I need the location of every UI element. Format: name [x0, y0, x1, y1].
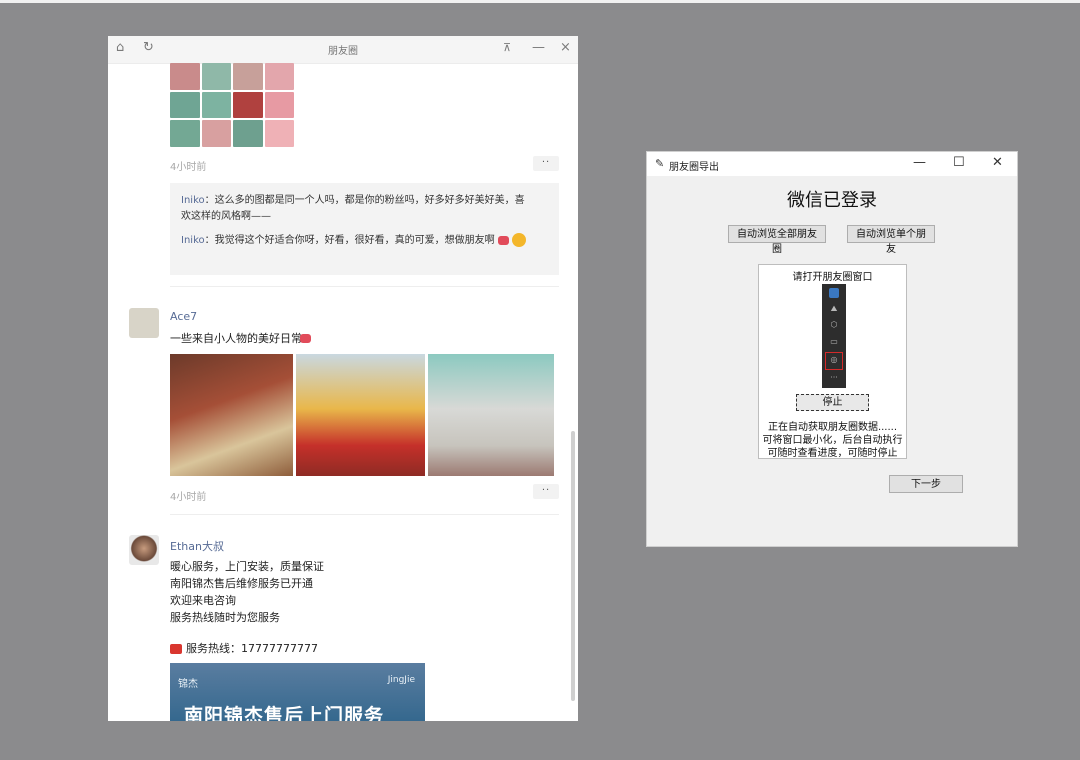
more-icon: ··· — [830, 373, 838, 382]
post1-comments: Iniko：这么多的图都是同一个人吗，都是你的粉丝吗，好多好多好美好美，喜欢这样… — [170, 183, 559, 275]
moments-scrollbar[interactable] — [571, 431, 575, 701]
next-step-button[interactable]: 下一步 — [889, 475, 963, 493]
status-line-3: 可随时查看进度，可随时停止 — [767, 448, 898, 459]
close-icon[interactable]: × — [560, 40, 571, 55]
guide-panel: 请打开朋友圈窗口 ⛰ ⬡ ▭ ◎ ··· 停止 正在自动获取朋友圈数据.....… — [758, 264, 907, 459]
post3-line-3: 欢迎来电咨询 — [170, 594, 236, 607]
post2-time: 4小时前 — [170, 492, 207, 503]
heart-emoji-icon — [497, 235, 509, 245]
flag-emoji-icon — [170, 644, 182, 654]
post2-photo-2[interactable] — [296, 354, 425, 476]
moments-titlebar: ⌂ ↻ 朋友圈 ⊼ — × — [108, 36, 578, 64]
heart-emoji-icon — [300, 334, 311, 343]
contacts-icon: ⛰ — [830, 304, 838, 313]
stop-button[interactable]: 停止 — [796, 394, 869, 411]
post-divider — [170, 286, 559, 287]
post2-photo-1[interactable] — [170, 354, 293, 476]
comment-2-text: ：我觉得这个好适合你呀，好看，很好看，真的可爱，想做朋友啊 — [204, 235, 495, 246]
post3-link-card[interactable]: 锦杰 JingJie 南阳锦杰售后上门服务 — [170, 663, 425, 721]
comment-2-author[interactable]: Iniko — [181, 235, 205, 246]
chat-icon — [829, 288, 839, 298]
comment-1-author[interactable]: Iniko — [181, 195, 205, 206]
favorites-icon: ⬡ — [830, 320, 838, 329]
minimize-icon[interactable]: — — [913, 155, 926, 170]
post3-line-2: 南阳锦杰售后维修服务已开通 — [170, 577, 313, 590]
login-status-heading: 微信已登录 — [787, 190, 877, 211]
folder-icon: ▭ — [830, 337, 838, 346]
link-card-logo-text: 锦杰 — [178, 679, 198, 690]
dialog-titlebar: ✎ 朋友圈导出 — ☐ ✕ — [647, 152, 1017, 176]
browse-all-moments-button[interactable]: 自动浏览全部朋友圈 — [728, 225, 826, 255]
comment-1-text: ：这么多的图都是同一个人吗，都是你的粉丝吗，好多好多好美好美，喜欢这样的风格啊—… — [181, 195, 525, 222]
post2-photo-3[interactable] — [428, 354, 554, 476]
browse-single-friend-button[interactable]: 自动浏览单个朋友 — [847, 225, 935, 255]
maximize-icon[interactable]: ☐ — [953, 155, 965, 170]
post2-text: 一些来自小人物的美好日常 — [170, 332, 302, 345]
smile-emoji-icon — [512, 233, 526, 247]
post3-line-1: 暖心服务，上门安装，质量保证 — [170, 560, 324, 573]
post1-photo-grid[interactable] — [170, 63, 294, 147]
post-divider — [170, 514, 559, 515]
moments-window: ⌂ ↻ 朋友圈 ⊼ — × 4小时前 ·· Iniko：这么多的图都是同一个人吗… — [108, 36, 578, 721]
post3-nickname[interactable]: Ethan大叔 — [170, 538, 224, 554]
close-icon[interactable]: ✕ — [992, 155, 1003, 170]
dialog-title: 朋友圈导出 — [669, 162, 719, 173]
export-dialog: ✎ 朋友圈导出 — ☐ ✕ 微信已登录 自动浏览全部朋友圈 自动浏览单个朋友 请… — [646, 151, 1018, 547]
post2-nickname[interactable]: Ace7 — [170, 310, 197, 323]
wechat-sidebar-illustration: ⛰ ⬡ ▭ ◎ ··· — [822, 284, 846, 388]
comment-1: Iniko：这么多的图都是同一个人吗，都是你的粉丝吗，好多好多好美好美，喜欢这样… — [181, 193, 526, 225]
minimize-icon[interactable]: — — [532, 40, 545, 55]
link-card-title: 南阳锦杰售后上门服务 — [184, 705, 385, 721]
post3-avatar[interactable] — [129, 535, 159, 565]
post1-more-button[interactable]: ·· — [533, 156, 559, 171]
post3-phone: 服务热线：17777777777 — [186, 642, 318, 655]
comment-2: Iniko：我觉得这个好适合你呀，好看，很好看，真的可爱，想做朋友啊 — [181, 233, 526, 249]
top-edge-strip — [0, 0, 1080, 3]
post3-line-4: 服务热线随时为您服务 — [170, 611, 280, 624]
post2-more-button[interactable]: ·· — [533, 484, 559, 499]
post1-time: 4小时前 — [170, 162, 207, 173]
pin-icon[interactable]: ⊼ — [503, 41, 511, 54]
guide-title: 请打开朋友圈窗口 — [792, 272, 873, 283]
link-card-brand: JingJie — [387, 675, 415, 685]
moments-icon: ◎ — [830, 355, 838, 364]
post2-avatar[interactable] — [129, 308, 159, 338]
feather-app-icon: ✎ — [655, 157, 665, 170]
